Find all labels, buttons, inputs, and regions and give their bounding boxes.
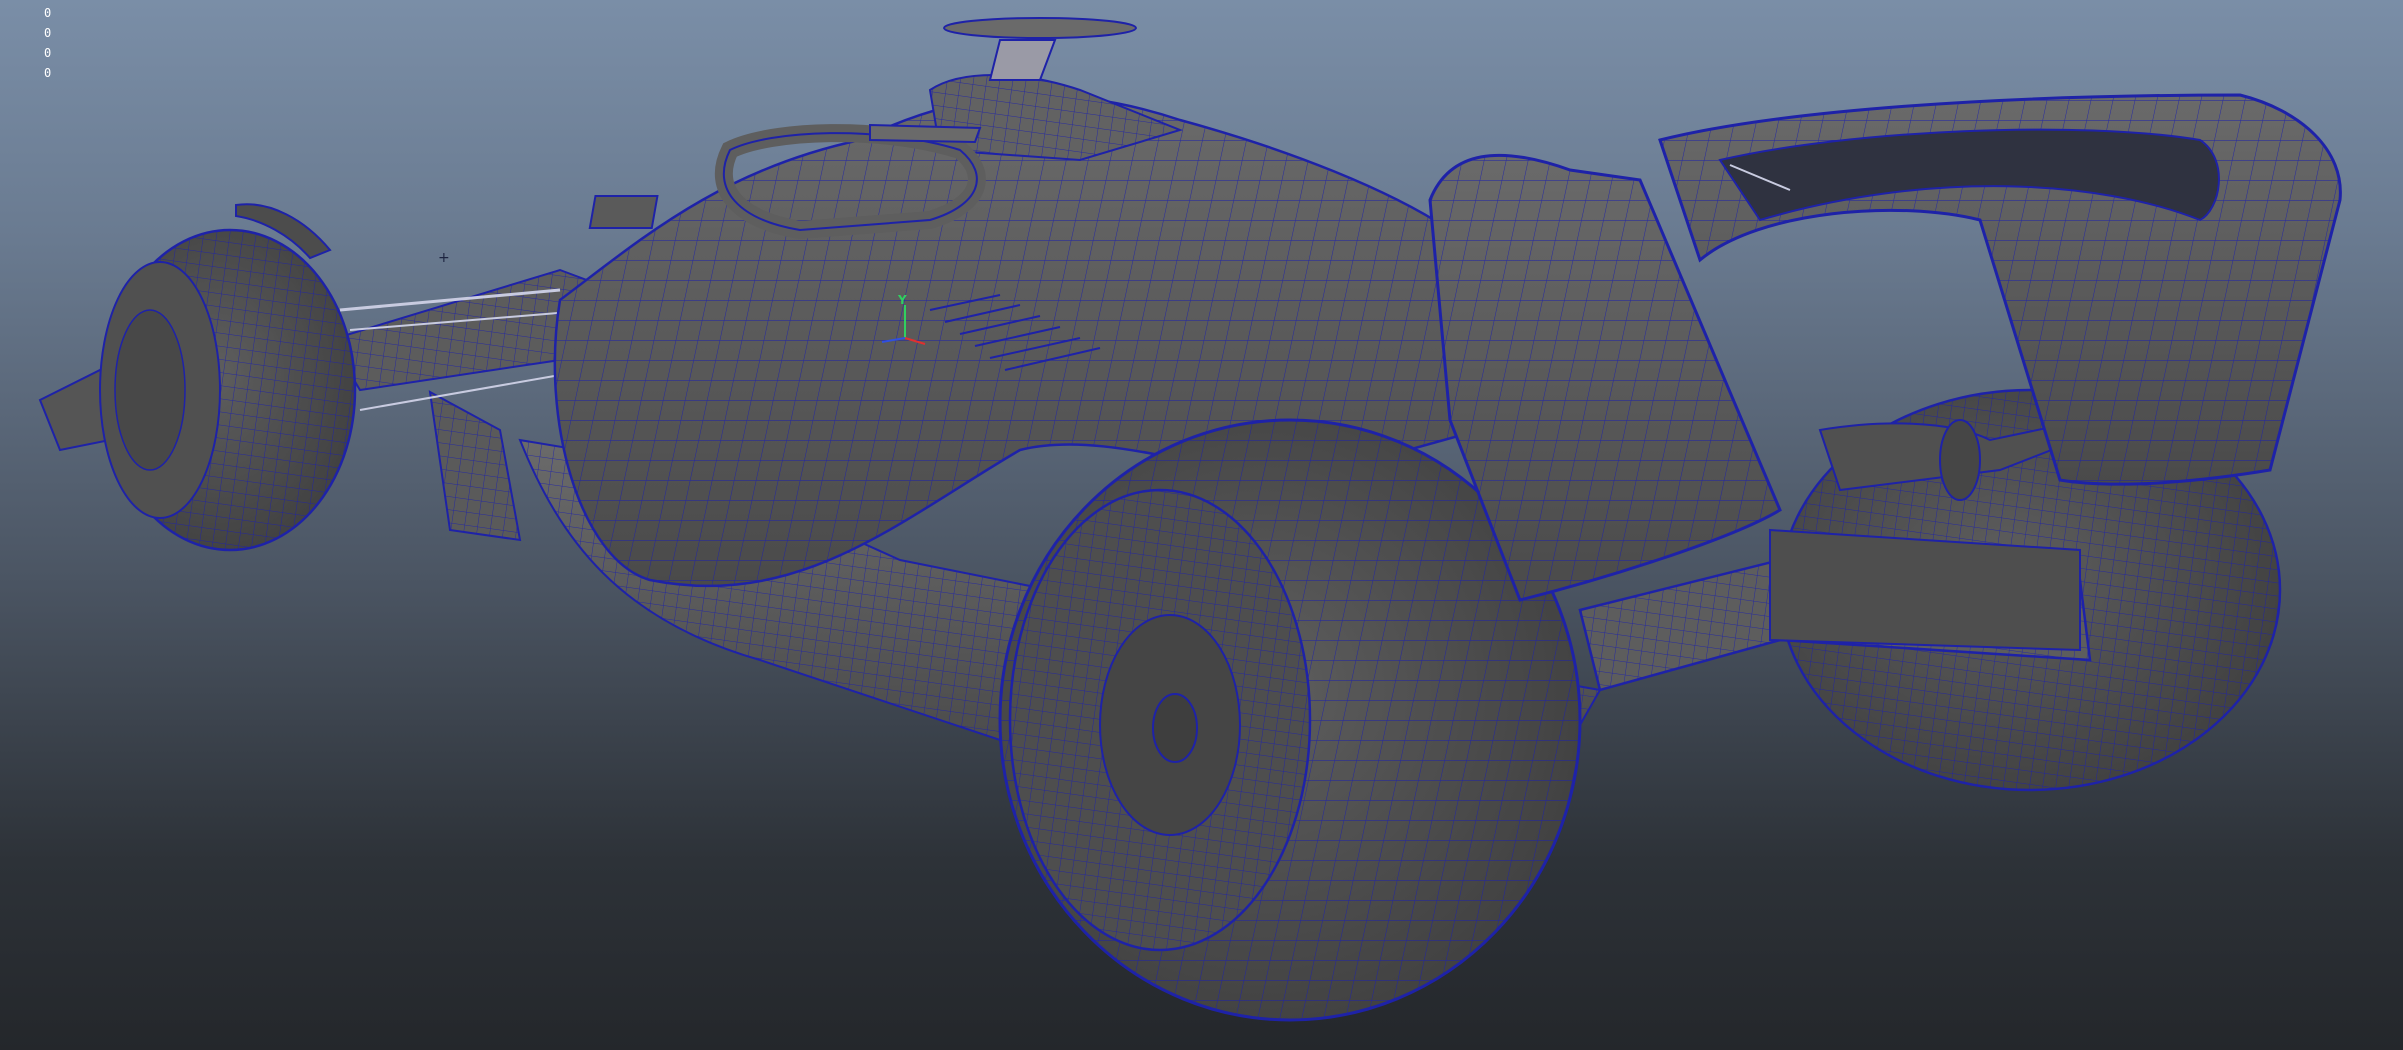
crosshair-icon: + xyxy=(438,250,450,266)
camera-pod-mesh[interactable] xyxy=(943,17,1137,81)
y-axis-label: Y xyxy=(898,293,907,307)
3d-viewport[interactable]: 0 0 0 0 Y + xyxy=(0,0,2403,1050)
front-left-tyre-mesh[interactable] xyxy=(99,203,357,552)
car-model-scene[interactable] xyxy=(0,0,2403,1050)
